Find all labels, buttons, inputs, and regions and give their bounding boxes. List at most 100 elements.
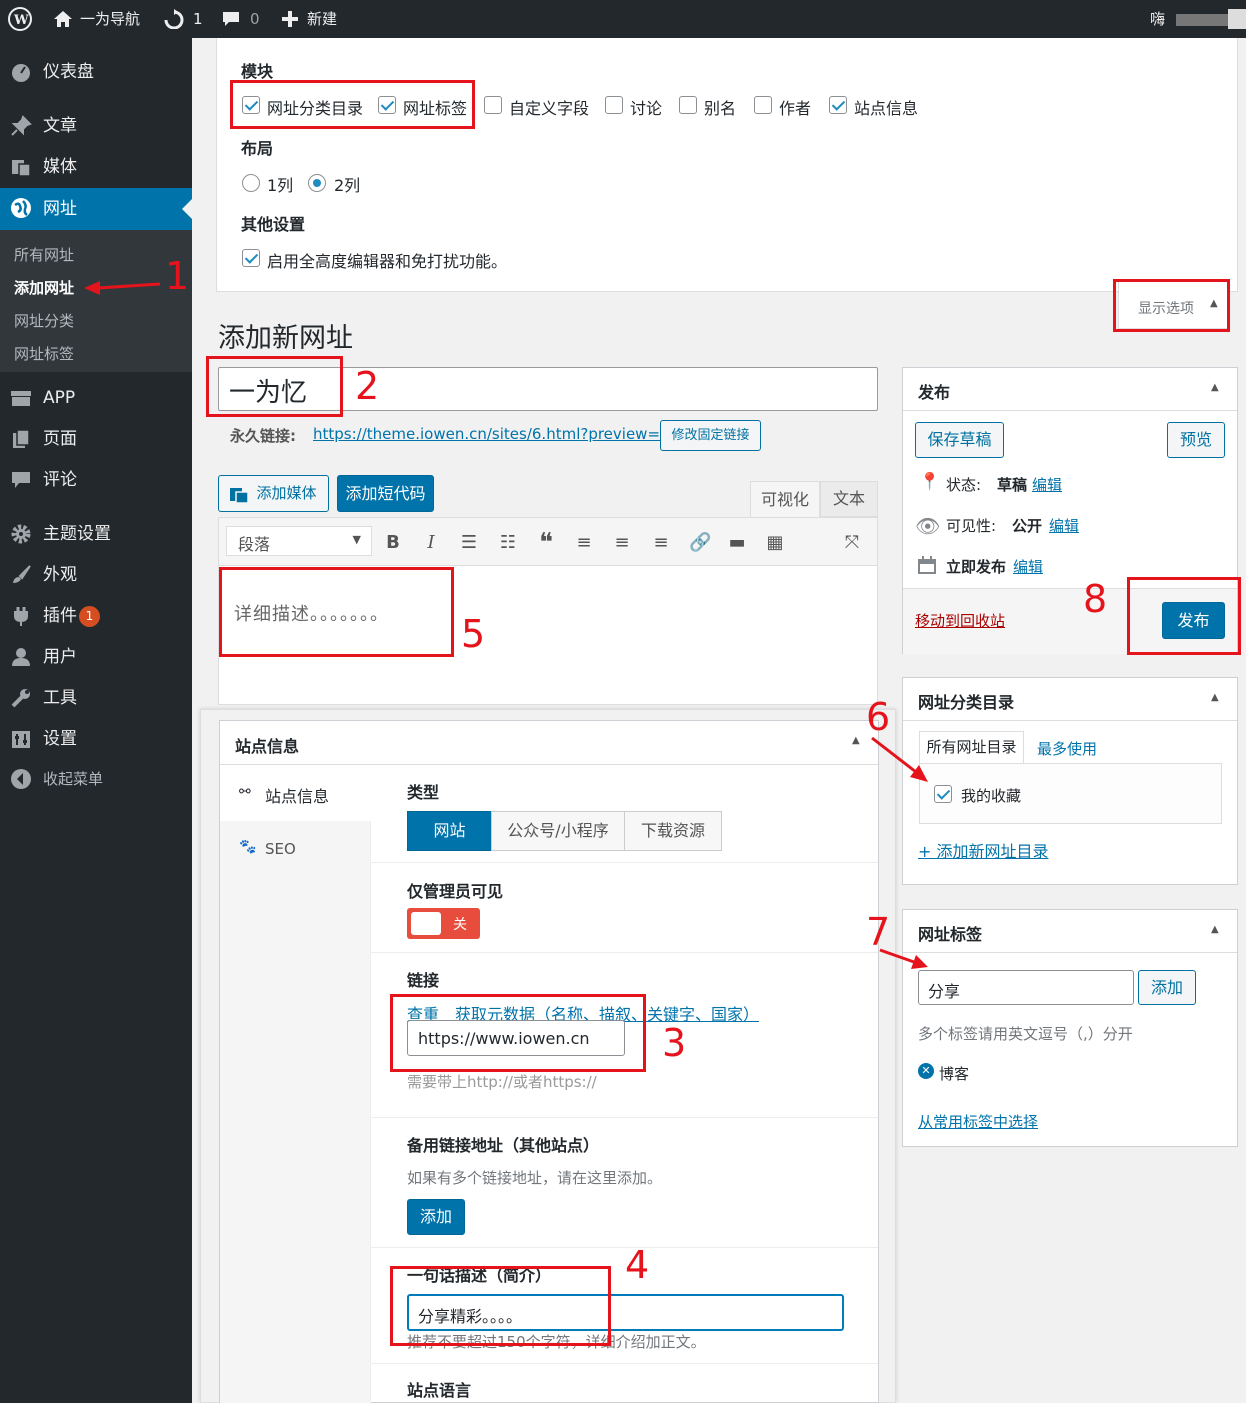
read-more-icon[interactable]: ▬ — [727, 533, 747, 553]
remove-tag-icon[interactable]: ✕ — [918, 1063, 934, 1079]
add-new-category-link[interactable]: + 添加新网址目录 — [918, 838, 1049, 862]
globe-icon — [11, 198, 31, 218]
menu-dashboard[interactable]: 仪表盘 — [0, 52, 192, 92]
type-label: 类型 — [407, 783, 440, 802]
wrench-icon — [11, 689, 30, 708]
backup-add-button[interactable]: 添加 — [407, 1199, 465, 1235]
updates-count[interactable]: 1 — [193, 0, 203, 38]
category-checkbox-favorites[interactable] — [934, 785, 952, 803]
menu-plugins[interactable]: 插件 1 — [0, 596, 192, 636]
module-checkbox-discussion[interactable] — [605, 96, 623, 114]
link-icon[interactable]: 🔗 — [689, 533, 711, 553]
publish-button[interactable]: 发布 — [1162, 602, 1225, 639]
edit-visibility-link[interactable]: 编辑 — [1049, 515, 1079, 536]
account-greeting[interactable]: 嗨 — [1150, 0, 1165, 38]
site-url-input[interactable]: https://www.iowen.cn — [407, 1020, 625, 1056]
align-left-icon[interactable]: ≡ — [574, 533, 594, 553]
home-icon[interactable] — [53, 10, 73, 28]
type-wechat-button[interactable]: 公众号/小程序 — [491, 811, 625, 851]
preview-button[interactable]: 预览 — [1167, 422, 1225, 458]
tab-visual[interactable]: 可视化 — [750, 481, 820, 518]
menu-appearance[interactable]: 外观 — [0, 555, 192, 595]
italic-icon[interactable]: I — [421, 533, 441, 553]
site-info-header[interactable]: 站点信息 ▲ — [220, 721, 878, 765]
menu-users[interactable]: 用户 — [0, 637, 192, 677]
categories-header[interactable]: 网址分类目录 ▲ — [903, 678, 1237, 721]
wordpress-logo-icon[interactable]: W — [8, 7, 32, 31]
add-tag-button[interactable]: 添加 — [1138, 970, 1196, 1005]
menu-tools[interactable]: 工具 — [0, 678, 192, 718]
edit-status-link[interactable]: 编辑 — [1032, 474, 1062, 495]
comments-count[interactable]: 0 — [250, 0, 260, 38]
editor-content[interactable]: 详细描述。。。。。。。 — [234, 600, 389, 626]
admin-only-label: 仅管理员可见 — [407, 882, 504, 901]
module-checkbox-categories[interactable] — [242, 96, 260, 114]
menu-media[interactable]: 媒体 — [0, 147, 192, 187]
tags-metabox: 网址标签 ▲ 分享 添加 多个标签请用英文逗号（,）分开 ✕ 博客 从常用标签中… — [902, 909, 1238, 1147]
menu-settings[interactable]: 设置 — [0, 719, 192, 759]
align-right-icon[interactable]: ≡ — [651, 533, 671, 553]
tag-input[interactable]: 分享 — [918, 970, 1134, 1005]
menu-pages[interactable]: 页面 — [0, 419, 192, 459]
move-to-trash-link[interactable]: 移动到回收站 — [915, 610, 1005, 631]
site-name-link[interactable]: 一为导航 — [80, 0, 140, 38]
screen-options-toggle[interactable]: 显示选项 ▲ — [1118, 281, 1228, 329]
format-select[interactable]: 段落 ▼ — [226, 526, 372, 556]
new-content-link[interactable]: 新建 — [307, 0, 337, 38]
module-label-author: 作者 — [779, 99, 812, 118]
choose-common-tags-link[interactable]: 从常用标签中选择 — [918, 1111, 1038, 1132]
tab-most-used[interactable]: 最多使用 — [1037, 738, 1097, 759]
add-media-button[interactable]: 添加媒体 — [218, 475, 329, 512]
menu-comments[interactable]: 评论 — [0, 460, 192, 500]
submenu-all-sites[interactable]: 所有网址 — [14, 244, 74, 265]
publish-header[interactable]: 发布 ▲ — [903, 368, 1237, 411]
layout-radio-1col[interactable] — [242, 174, 260, 192]
permalink-url[interactable]: https://theme.iowen.cn/sites/6.html?prev… — [313, 425, 691, 443]
module-checkbox-custom-fields[interactable] — [484, 96, 502, 114]
menu-collapse[interactable]: 收起菜单 — [0, 759, 192, 799]
submenu-site-categories[interactable]: 网址分类 — [14, 310, 74, 331]
updates-icon[interactable] — [163, 9, 185, 29]
post-title-input[interactable]: 一为忆 — [218, 367, 878, 411]
menu-app[interactable]: APP — [0, 378, 192, 418]
module-checkbox-author[interactable] — [754, 96, 772, 114]
plus-icon[interactable] — [282, 11, 298, 27]
summary-input[interactable]: 分享精彩。。。。 — [407, 1294, 844, 1331]
module-checkbox-slug[interactable] — [679, 96, 697, 114]
dropdown-arrow-icon: ▼ — [352, 533, 361, 546]
status-label: 状态: — [946, 476, 982, 494]
toolbar-toggle-icon[interactable]: ▦ — [765, 533, 785, 553]
layout-radio-2col[interactable] — [308, 174, 326, 192]
bold-icon[interactable]: B — [383, 533, 403, 553]
module-checkbox-site-info[interactable] — [829, 96, 847, 114]
module-checkbox-tags[interactable] — [378, 96, 396, 114]
layout-label-1col: 1列 — [267, 176, 294, 195]
submenu-add-site[interactable]: 添加网址 — [14, 277, 74, 298]
tab-site-info[interactable]: ⚯ 站点信息 — [220, 766, 371, 821]
avatar[interactable] — [1228, 9, 1246, 29]
tab-all-categories[interactable]: 所有网址目录 — [919, 731, 1024, 764]
type-website-button[interactable]: 网站 — [407, 811, 492, 851]
type-download-button[interactable]: 下载资源 — [624, 811, 722, 851]
numbered-list-icon[interactable]: ☷ — [498, 533, 518, 553]
tab-seo[interactable]: 🐾 SEO — [220, 821, 371, 876]
edit-schedule-link[interactable]: 编辑 — [1013, 556, 1043, 577]
tag-item: 博客 — [939, 1065, 970, 1083]
menu-sites[interactable]: 网址 — [0, 188, 192, 230]
align-center-icon[interactable]: ≡ — [612, 533, 632, 553]
edit-permalink-button[interactable]: 修改固定链接 — [660, 420, 761, 451]
comments-icon[interactable] — [221, 10, 241, 28]
tags-header[interactable]: 网址标签 ▲ — [903, 910, 1237, 953]
tab-text[interactable]: 文本 — [820, 481, 878, 517]
add-shortcode-button[interactable]: 添加短代码 — [337, 475, 434, 512]
blockquote-icon[interactable]: ❝ — [536, 530, 556, 556]
fullheight-editor-checkbox[interactable] — [242, 249, 260, 267]
fullscreen-icon[interactable]: ⤧ — [842, 533, 862, 553]
bullet-list-icon[interactable]: ☰ — [459, 533, 479, 553]
menu-posts[interactable]: 文章 — [0, 106, 192, 146]
admin-only-toggle[interactable]: 关 — [407, 908, 480, 939]
submenu-site-tags[interactable]: 网址标签 — [14, 343, 74, 364]
divider — [371, 862, 878, 863]
menu-theme-settings[interactable]: 主题设置 — [0, 514, 192, 554]
save-draft-button[interactable]: 保存草稿 — [915, 422, 1004, 458]
